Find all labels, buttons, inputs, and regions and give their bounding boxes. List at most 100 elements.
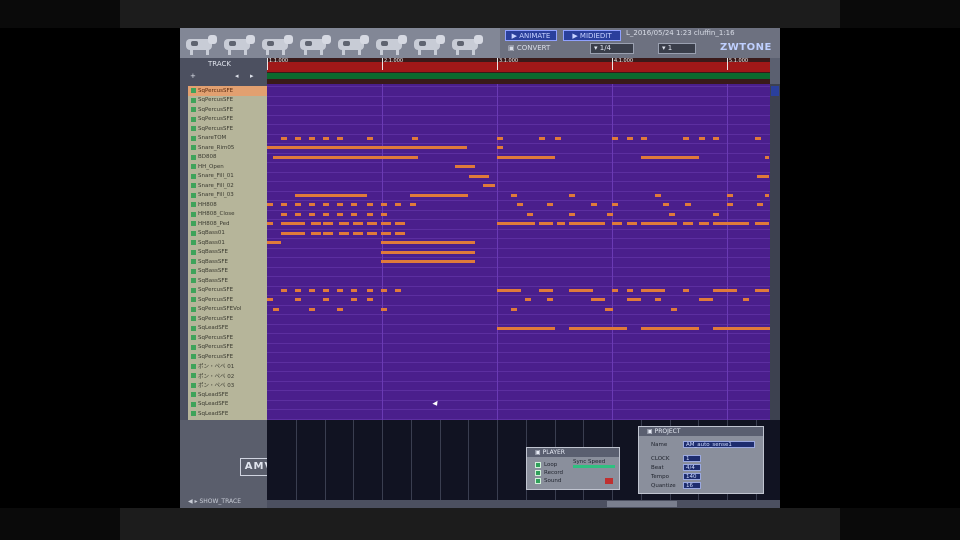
midi-note[interactable] [699, 222, 709, 225]
track-row[interactable]: Snare_Fill_03 [188, 191, 267, 201]
midi-note[interactable] [381, 222, 391, 225]
midi-note[interactable] [311, 231, 321, 235]
midi-note[interactable] [641, 326, 699, 330]
track-mute-toggle[interactable] [191, 373, 196, 379]
track-row[interactable]: SqBassSFE [188, 257, 267, 267]
midi-note[interactable] [557, 222, 565, 225]
track-row[interactable]: SqBass01 [188, 238, 267, 248]
midi-note[interactable] [713, 136, 719, 140]
midi-note[interactable] [627, 222, 637, 225]
track-row[interactable]: SqPercusSFE [188, 343, 267, 353]
midi-note[interactable] [395, 231, 405, 235]
track-mute-toggle[interactable] [191, 363, 196, 369]
midiedit-button[interactable]: ▶ MIDIEDIT [563, 30, 621, 41]
midi-note[interactable] [281, 231, 305, 235]
track-row[interactable]: ポン・ペペ 02 [188, 371, 267, 381]
track-mute-toggle[interactable] [191, 382, 196, 388]
midi-note[interactable] [381, 212, 387, 216]
midi-note[interactable] [381, 231, 391, 235]
midi-note[interactable] [367, 203, 373, 206]
track-row[interactable]: SqPercusSFE [188, 124, 267, 134]
midi-note[interactable] [309, 288, 315, 292]
vertical-scrollbar[interactable] [770, 84, 780, 420]
midi-note[interactable] [323, 212, 329, 216]
midi-note[interactable] [591, 203, 597, 206]
midi-note[interactable] [381, 203, 387, 206]
track-mute-toggle[interactable] [191, 202, 196, 208]
midi-note[interactable] [367, 298, 373, 301]
animate-button[interactable]: ▶ ANIMATE [505, 30, 557, 41]
track-row[interactable]: SqLeadSFE [188, 409, 267, 419]
midi-note[interactable] [337, 203, 343, 206]
track-row[interactable]: SqBassSFE [188, 248, 267, 258]
track-mute-toggle[interactable] [191, 116, 196, 122]
track-mute-toggle[interactable] [191, 183, 196, 189]
midi-note[interactable] [337, 212, 343, 216]
track-row[interactable]: SqPercusSFE [188, 115, 267, 125]
midi-note[interactable] [351, 288, 357, 292]
track-mute-toggle[interactable] [191, 297, 196, 303]
midi-note[interactable] [727, 203, 733, 206]
track-row[interactable]: SqBass01 [188, 229, 267, 239]
midi-note[interactable] [281, 212, 287, 216]
track-mute-toggle[interactable] [191, 135, 196, 141]
track-mute-toggle[interactable] [191, 287, 196, 293]
midi-note[interactable] [555, 136, 561, 140]
track-mute-toggle[interactable] [191, 230, 196, 236]
convert-button[interactable]: ▣ CONVERT [508, 44, 550, 52]
midi-note[interactable] [281, 203, 287, 206]
horizontal-scrollbar[interactable] [267, 500, 780, 508]
midi-note[interactable] [367, 136, 373, 140]
beat-field[interactable]: 4/4 [683, 464, 701, 471]
loop-region-bar[interactable] [267, 62, 770, 72]
midi-note[interactable] [309, 203, 315, 206]
midi-note[interactable] [663, 203, 669, 206]
midi-note[interactable] [627, 136, 633, 140]
track-list[interactable]: SqPercusSFE SqPercusSFE SqPercusSFE SqPercu… [188, 86, 267, 420]
midi-note[interactable] [367, 212, 373, 216]
midi-note[interactable] [713, 326, 771, 330]
midi-note[interactable] [683, 222, 693, 225]
midi-note[interactable] [395, 203, 401, 206]
playback-region-bar[interactable] [267, 73, 770, 79]
track-mute-toggle[interactable] [191, 173, 196, 179]
midi-note[interactable] [683, 288, 689, 292]
midi-note[interactable] [295, 193, 367, 197]
track-mute-toggle[interactable] [191, 325, 196, 331]
midi-note[interactable] [683, 136, 689, 140]
midi-note[interactable] [295, 136, 301, 140]
midi-note[interactable] [281, 136, 287, 140]
midi-note[interactable] [755, 288, 769, 292]
midi-note[interactable] [323, 231, 333, 235]
track-row[interactable]: SqPercusSFE [188, 105, 267, 115]
track-row[interactable]: SqPercusSFE [188, 333, 267, 343]
midi-note[interactable] [727, 193, 733, 197]
midi-note[interactable] [273, 155, 418, 159]
midi-note[interactable] [539, 288, 553, 292]
track-mute-toggle[interactable] [191, 88, 196, 94]
track-row[interactable]: HH808_Close [188, 210, 267, 220]
midi-note[interactable] [569, 193, 575, 197]
midi-note[interactable] [627, 298, 641, 301]
midi-note[interactable] [569, 326, 627, 330]
midi-note[interactable] [655, 193, 661, 197]
midi-note[interactable] [539, 136, 545, 140]
sound-checkbox[interactable] [535, 478, 541, 484]
track-mute-toggle[interactable] [191, 126, 196, 132]
track-mute-toggle[interactable] [191, 154, 196, 160]
midi-note[interactable] [267, 146, 467, 149]
midi-note[interactable] [612, 288, 618, 292]
track-row[interactable]: SqPercusSFE [188, 352, 267, 362]
sync-speed-slider[interactable] [573, 465, 615, 468]
collapse-icon[interactable]: ◂ [235, 72, 239, 80]
track-row[interactable]: SqBassSFE [188, 276, 267, 286]
track-mute-toggle[interactable] [191, 97, 196, 103]
midi-note[interactable] [641, 136, 647, 140]
midi-note[interactable] [757, 203, 763, 206]
track-mute-toggle[interactable] [191, 259, 196, 265]
midi-note[interactable] [569, 288, 593, 292]
midi-note[interactable] [641, 288, 665, 292]
midi-note[interactable] [743, 298, 749, 301]
track-mute-toggle[interactable] [191, 107, 196, 113]
track-row[interactable]: SqPercusSFE [188, 295, 267, 305]
